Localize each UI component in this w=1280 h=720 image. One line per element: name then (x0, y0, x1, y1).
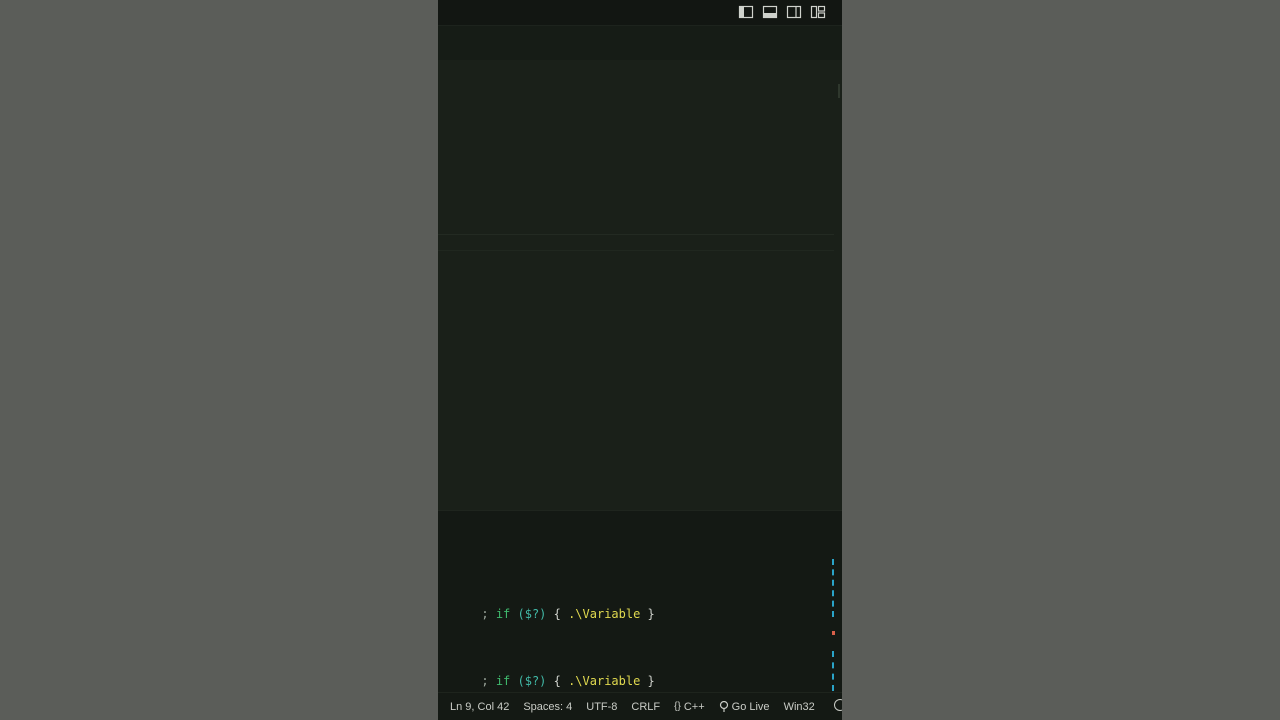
if-keyword: if (495, 607, 511, 621)
status-bar: Ln 9, Col 42 Spaces: 4 UTF-8 CRLF {} C++… (438, 692, 842, 720)
editor-tab-bar (438, 26, 842, 60)
terminal-panel[interactable]: ; if ($?) { .\Variable } ; if ($?) { .\V… (438, 510, 842, 692)
toggle-secondary-sidebar-icon[interactable] (786, 4, 802, 20)
close-brace: } (640, 607, 655, 621)
layout-controls (738, 4, 826, 20)
terminal-line: ; if ($?) { .\Variable } (438, 593, 655, 635)
editor-area[interactable] (438, 60, 842, 510)
editor-divider (438, 250, 834, 251)
vscode-window: ; if ($?) { .\Variable } ; if ($?) { .\V… (438, 0, 842, 720)
exit-status-variable: ($?) (510, 674, 547, 688)
command-decoration[interactable] (832, 651, 835, 691)
open-brace: { (546, 607, 569, 621)
executable-path: .\Variable (568, 607, 641, 621)
platform-indicator[interactable]: Win32 (784, 701, 815, 713)
command-separator: ; (481, 674, 496, 688)
cursor-position[interactable]: Ln 9, Col 42 (450, 701, 509, 713)
title-bar (438, 0, 842, 26)
close-brace: } (640, 674, 655, 688)
open-brace: { (546, 674, 569, 688)
file-encoding[interactable]: UTF-8 (586, 701, 617, 713)
left-backdrop (0, 0, 438, 720)
notifications-icon[interactable] (834, 699, 842, 711)
exit-status-variable: ($?) (510, 607, 547, 621)
executable-path: .\Variable (568, 674, 641, 688)
go-live-label: Go Live (731, 700, 770, 713)
editor-divider (438, 234, 834, 235)
language-mode[interactable]: {} C++ (674, 701, 704, 713)
broadcast-icon (719, 701, 728, 712)
command-separator: ; (481, 607, 496, 621)
right-backdrop (842, 0, 1280, 720)
editor-scrollbar[interactable] (838, 84, 840, 98)
if-keyword: if (495, 674, 511, 688)
end-of-line-sequence[interactable]: CRLF (631, 701, 660, 713)
toggle-panel-icon[interactable] (762, 4, 778, 20)
language-label: C++ (683, 700, 705, 713)
indentation-setting[interactable]: Spaces: 4 (523, 701, 572, 713)
customize-layout-icon[interactable] (810, 4, 826, 20)
braces-icon: {} (674, 701, 681, 712)
error-decoration (832, 631, 835, 635)
go-live-button[interactable]: Go Live (719, 701, 770, 713)
toggle-primary-sidebar-icon[interactable] (738, 4, 754, 20)
command-decoration[interactable] (832, 559, 835, 617)
